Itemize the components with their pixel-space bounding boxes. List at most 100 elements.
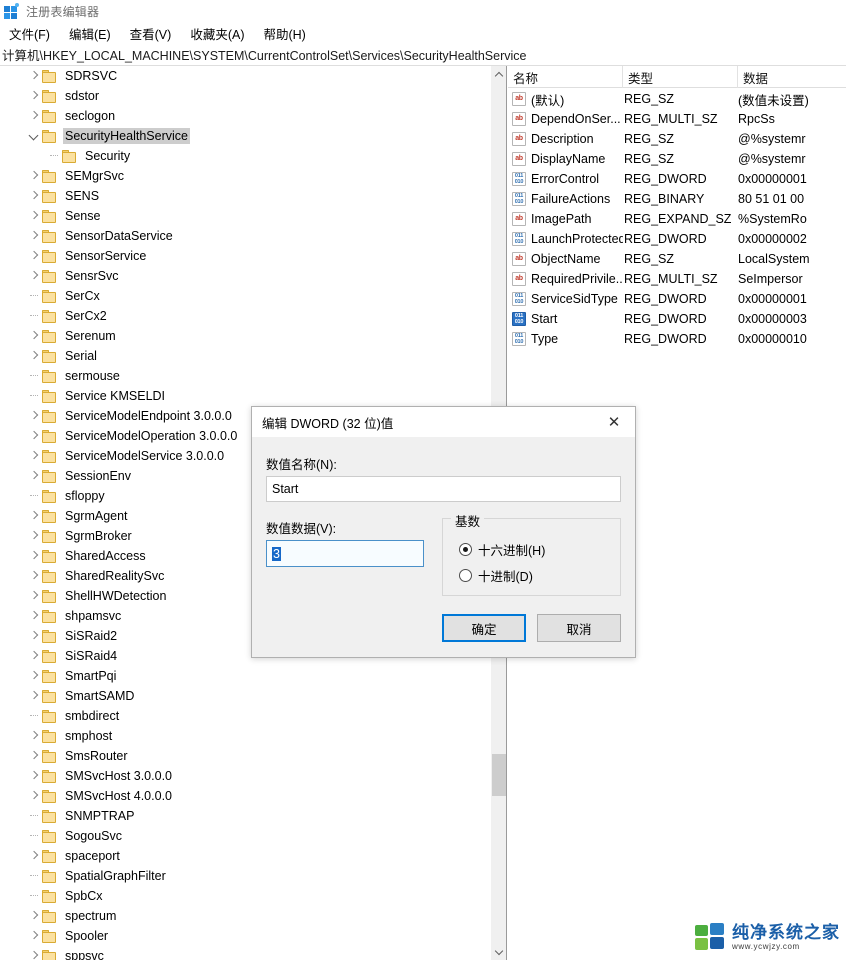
chevron-right-icon[interactable] xyxy=(26,446,42,466)
value-row[interactable]: ServiceSidTypeREG_DWORD0x00000001 xyxy=(508,289,846,309)
tree-item-smbdirect[interactable]: smbdirect xyxy=(0,706,507,726)
chevron-right-icon[interactable] xyxy=(26,946,42,960)
tree-item-seclogon[interactable]: seclogon xyxy=(0,106,507,126)
menu-help[interactable]: 帮助(H) xyxy=(254,22,315,45)
chevron-right-icon[interactable] xyxy=(26,846,42,866)
radio-decimal[interactable]: 十进制(D) xyxy=(459,566,533,585)
value-row[interactable]: ImagePathREG_EXPAND_SZ%SystemRo xyxy=(508,209,846,229)
value-row[interactable]: TypeREG_DWORD0x00000010 xyxy=(508,329,846,349)
tree-item-smsvchost-4-0-0-0[interactable]: SMSvcHost 4.0.0.0 xyxy=(0,786,507,806)
tree-item-spectrum[interactable]: spectrum xyxy=(0,906,507,926)
chevron-right-icon[interactable] xyxy=(26,606,42,626)
chevron-down-icon[interactable] xyxy=(26,126,42,146)
tree-item-sensorservice[interactable]: SensorService xyxy=(0,246,507,266)
value-data-input[interactable]: 3 xyxy=(266,540,424,567)
tree-item-sppsvc[interactable]: sppsvc xyxy=(0,946,507,960)
value-row[interactable]: (默认)REG_SZ(数值未设置) xyxy=(508,89,846,109)
cancel-button[interactable]: 取消 xyxy=(537,614,621,642)
tree-item-semgrsvc[interactable]: SEMgrSvc xyxy=(0,166,507,186)
chevron-right-icon[interactable] xyxy=(26,266,42,286)
tree-item-sercx[interactable]: SerCx xyxy=(0,286,507,306)
value-row[interactable]: ErrorControlREG_DWORD0x00000001 xyxy=(508,169,846,189)
value-row[interactable]: DependOnSer...REG_MULTI_SZRpcSs xyxy=(508,109,846,129)
tree-item-spaceport[interactable]: spaceport xyxy=(0,846,507,866)
tree-item-serial[interactable]: Serial xyxy=(0,346,507,366)
column-header-name[interactable]: 名称 xyxy=(508,66,623,88)
chevron-right-icon[interactable] xyxy=(26,786,42,806)
value-name-input[interactable]: Start xyxy=(266,476,621,502)
chevron-right-icon[interactable] xyxy=(26,586,42,606)
tree-item-sdrsvc[interactable]: SDRSVC xyxy=(0,66,507,86)
chevron-right-icon[interactable] xyxy=(26,766,42,786)
chevron-right-icon[interactable] xyxy=(26,746,42,766)
tree-item-spbcx[interactable]: SpbCx xyxy=(0,886,507,906)
menu-file[interactable]: 文件(F) xyxy=(0,22,60,45)
chevron-right-icon[interactable] xyxy=(26,406,42,426)
value-row[interactable]: StartREG_DWORD0x00000003 xyxy=(508,309,846,329)
chevron-right-icon[interactable] xyxy=(26,206,42,226)
column-header-data[interactable]: 数据 xyxy=(738,66,846,88)
value-row[interactable]: FailureActionsREG_BINARY80 51 01 00 xyxy=(508,189,846,209)
tree-item-smphost[interactable]: smphost xyxy=(0,726,507,746)
chevron-right-icon[interactable] xyxy=(26,686,42,706)
chevron-right-icon[interactable] xyxy=(26,426,42,446)
chevron-right-icon[interactable] xyxy=(26,546,42,566)
menu-favorites[interactable]: 收藏夹(A) xyxy=(181,22,254,45)
chevron-right-icon[interactable] xyxy=(26,86,42,106)
chevron-right-icon[interactable] xyxy=(26,666,42,686)
value-type-cell: REG_DWORD xyxy=(623,172,738,186)
tree-item-security[interactable]: Security xyxy=(0,146,507,166)
tree-item-spooler[interactable]: Spooler xyxy=(0,926,507,946)
tree-item-smartpqi[interactable]: SmartPqi xyxy=(0,666,507,686)
chevron-right-icon[interactable] xyxy=(26,66,42,86)
chevron-right-icon[interactable] xyxy=(26,106,42,126)
tree-item-snmptrap[interactable]: SNMPTRAP xyxy=(0,806,507,826)
chevron-right-icon[interactable] xyxy=(26,566,42,586)
tree-item-sensordataservice[interactable]: SensorDataService xyxy=(0,226,507,246)
chevron-right-icon[interactable] xyxy=(26,186,42,206)
chevron-right-icon[interactable] xyxy=(26,646,42,666)
column-header-type[interactable]: 类型 xyxy=(623,66,738,88)
scroll-up-arrow-icon[interactable] xyxy=(491,66,507,83)
menu-edit[interactable]: 编辑(E) xyxy=(60,22,121,45)
chevron-right-icon[interactable] xyxy=(26,326,42,346)
tree-item-service-kmseldi[interactable]: Service KMSELDI xyxy=(0,386,507,406)
value-row[interactable]: DisplayNameREG_SZ@%systemr xyxy=(508,149,846,169)
chevron-right-icon[interactable] xyxy=(26,246,42,266)
tree-item-sercx2[interactable]: SerCx2 xyxy=(0,306,507,326)
tree-item-sensrsvc[interactable]: SensrSvc xyxy=(0,266,507,286)
tree-item-sermouse[interactable]: sermouse xyxy=(0,366,507,386)
tree-item-serenum[interactable]: Serenum xyxy=(0,326,507,346)
tree-item-smsrouter[interactable]: SmsRouter xyxy=(0,746,507,766)
chevron-right-icon[interactable] xyxy=(26,726,42,746)
value-row[interactable]: LaunchProtectedREG_DWORD0x00000002 xyxy=(508,229,846,249)
value-row[interactable]: DescriptionREG_SZ@%systemr xyxy=(508,129,846,149)
tree-item-sense[interactable]: Sense xyxy=(0,206,507,226)
chevron-right-icon[interactable] xyxy=(26,626,42,646)
address-bar[interactable]: 计算机\HKEY_LOCAL_MACHINE\SYSTEM\CurrentCon… xyxy=(0,44,846,66)
menu-view[interactable]: 查看(V) xyxy=(121,22,182,45)
chevron-right-icon[interactable] xyxy=(26,506,42,526)
chevron-right-icon[interactable] xyxy=(26,166,42,186)
value-row[interactable]: RequiredPrivile...REG_MULTI_SZSeImpersor xyxy=(508,269,846,289)
ok-button[interactable]: 确定 xyxy=(442,614,526,642)
tree-scrollbar-thumb[interactable] xyxy=(492,754,506,796)
tree-item-spatialgraphfilter[interactable]: SpatialGraphFilter xyxy=(0,866,507,886)
radio-hexadecimal[interactable]: 十六进制(H) xyxy=(459,540,545,559)
chevron-right-icon[interactable] xyxy=(26,346,42,366)
tree-item-securityhealthservice[interactable]: SecurityHealthService xyxy=(0,126,507,146)
base-group-label: 基数 xyxy=(451,511,484,530)
chevron-right-icon[interactable] xyxy=(26,906,42,926)
tree-item-smartsamd[interactable]: SmartSAMD xyxy=(0,686,507,706)
scroll-down-arrow-icon[interactable] xyxy=(491,943,507,960)
tree-item-sdstor[interactable]: sdstor xyxy=(0,86,507,106)
tree-item-sens[interactable]: SENS xyxy=(0,186,507,206)
tree-item-smsvchost-3-0-0-0[interactable]: SMSvcHost 3.0.0.0 xyxy=(0,766,507,786)
chevron-right-icon[interactable] xyxy=(26,226,42,246)
chevron-right-icon[interactable] xyxy=(26,926,42,946)
value-row[interactable]: ObjectNameREG_SZLocalSystem xyxy=(508,249,846,269)
tree-item-sogousvc[interactable]: SogouSvc xyxy=(0,826,507,846)
chevron-right-icon[interactable] xyxy=(26,466,42,486)
close-icon[interactable]: ✕ xyxy=(593,408,635,437)
chevron-right-icon[interactable] xyxy=(26,526,42,546)
